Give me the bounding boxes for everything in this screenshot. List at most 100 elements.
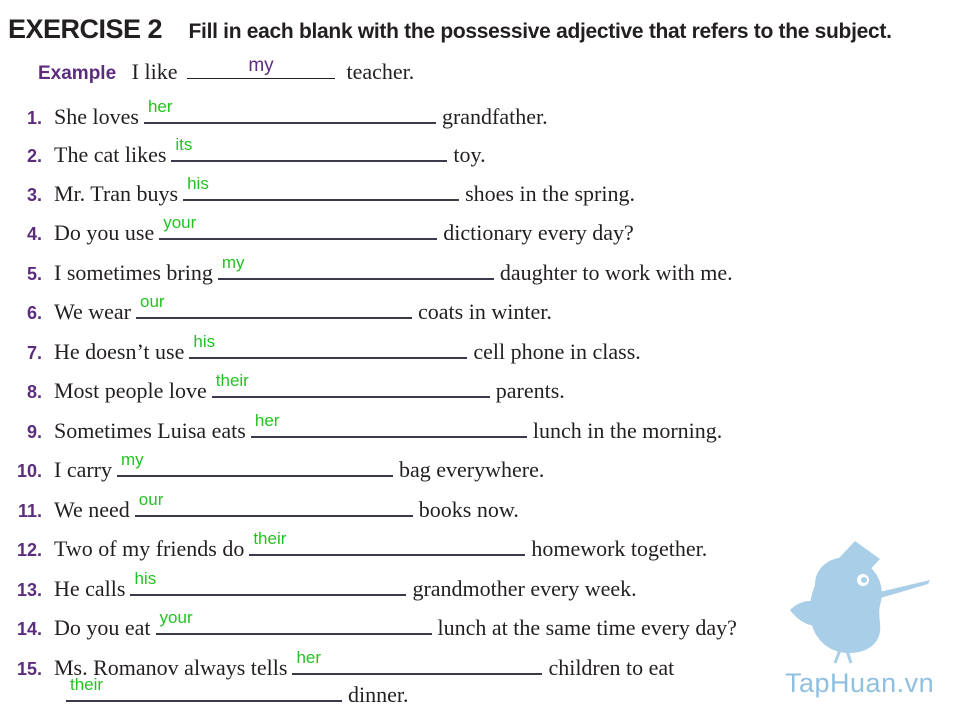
answer-text: its bbox=[175, 135, 193, 154]
answer-blank[interactable]: her bbox=[292, 648, 543, 675]
example-answer: my bbox=[248, 55, 274, 76]
item-text-after: shoes in the spring. bbox=[465, 181, 635, 206]
watermark-text: TapHuan.vn bbox=[785, 668, 935, 698]
item-number: 1. bbox=[26, 108, 42, 128]
item-number: 11. bbox=[17, 501, 42, 521]
exercise-item-11: 11. We need our books now. bbox=[0, 490, 519, 525]
answer-text: his bbox=[134, 569, 157, 588]
answer-blank[interactable]: his bbox=[183, 174, 460, 201]
item-number: 7. bbox=[26, 343, 42, 363]
exercise-item-15-continuation: their dinner. bbox=[66, 675, 409, 708]
answer-blank[interactable]: her bbox=[250, 411, 527, 438]
answer-text: my bbox=[121, 450, 144, 469]
exercise-instruction: Fill in each blank with the possessive a… bbox=[188, 20, 892, 43]
item-text-before: Sometimes Luisa eats bbox=[54, 418, 246, 443]
exercise-item-1: 1. She loves her grandfather. bbox=[0, 97, 548, 132]
item-text-after: toy. bbox=[453, 142, 486, 167]
answer-blank[interactable]: our bbox=[136, 292, 413, 319]
example-text-before: I like bbox=[131, 59, 178, 84]
item-text-after: bag everywhere. bbox=[399, 457, 545, 482]
item-number: 5. bbox=[26, 264, 42, 284]
exercise-item-3: 3. Mr. Tran buys his shoes in the spring. bbox=[0, 174, 635, 209]
item-text-after: books now. bbox=[418, 497, 519, 522]
item-text-before: Do you eat bbox=[54, 615, 151, 640]
bird-mascot-icon bbox=[790, 541, 930, 664]
answer-blank[interactable]: their bbox=[211, 371, 490, 398]
exercise-item-4: 4. Do you use your dictionary every day? bbox=[0, 213, 634, 248]
item-text-after: lunch in the morning. bbox=[532, 418, 723, 443]
answer-text: my bbox=[221, 253, 245, 272]
item-text-after: grandfather. bbox=[441, 104, 548, 129]
answer-text: her bbox=[147, 97, 173, 116]
item-text-after: lunch at the same time every day? bbox=[437, 615, 737, 640]
exercise-item-7: 7. He doesn’t use his cell phone in class. bbox=[0, 332, 641, 367]
answer-text: your bbox=[159, 608, 193, 627]
exercise-header: EXERCISE 2 Fill in each blank with the p… bbox=[8, 14, 892, 45]
item-number: 8. bbox=[26, 382, 42, 402]
answer-text: our bbox=[140, 292, 165, 311]
exercise-item-5: 5. I sometimes bring my daughter to work wi… bbox=[0, 253, 733, 288]
item-number: 3. bbox=[26, 185, 42, 205]
answer-text: their bbox=[70, 675, 104, 694]
item-number: 10. bbox=[16, 461, 42, 481]
answer-blank[interactable]: its bbox=[171, 135, 448, 162]
item-text-before: Most people love bbox=[54, 378, 207, 403]
exercise-item-2: 2. The cat likes its toy. bbox=[0, 135, 486, 170]
exercise-item-9: 9. Sometimes Luisa eats her lunch in the mo… bbox=[0, 411, 723, 446]
item-text-before: He doesn’t use bbox=[54, 339, 185, 364]
item-text-before: Two of my friends do bbox=[54, 536, 245, 561]
exercise-title: EXERCISE 2 bbox=[8, 14, 163, 44]
item-text-before: She loves bbox=[54, 104, 139, 129]
answer-blank[interactable]: my bbox=[117, 450, 394, 477]
exercise-item-8: 8. Most people love their parents. bbox=[0, 371, 565, 406]
item-number: 13. bbox=[16, 580, 42, 600]
example-text-after: teacher. bbox=[346, 59, 415, 84]
item-text-before: Mr. Tran buys bbox=[54, 181, 179, 206]
item-text-before: We wear bbox=[54, 299, 132, 324]
item-text-after: homework together. bbox=[531, 536, 708, 561]
item-number: 2. bbox=[26, 146, 42, 166]
example-row: Example I like my teacher. bbox=[38, 55, 415, 85]
item-number: 6. bbox=[26, 303, 42, 323]
answer-text: his bbox=[187, 174, 209, 193]
item-text-before: He calls bbox=[54, 576, 126, 601]
answer-text: her bbox=[254, 411, 280, 430]
item-text-before: I sometimes bring bbox=[54, 260, 213, 285]
item-text-after: daughter to work with me. bbox=[499, 260, 733, 285]
item-text-after: grandmother every week. bbox=[412, 576, 637, 601]
example-label: Example bbox=[38, 63, 117, 84]
answer-blank[interactable]: her bbox=[143, 97, 436, 124]
answer-text: your bbox=[163, 213, 197, 232]
answer-blank[interactable]: his bbox=[130, 569, 407, 596]
answer-blank[interactable]: their bbox=[66, 675, 342, 702]
item-number: 14. bbox=[16, 619, 42, 639]
exercise-item-6: 6. We wear our coats in winter. bbox=[0, 292, 552, 327]
exercise-item-12: 12. Two of my friends do their homework tog… bbox=[0, 529, 708, 564]
item-text-after: dictionary every day? bbox=[443, 220, 634, 245]
answer-blank[interactable]: our bbox=[134, 490, 413, 517]
item-text-before: We need bbox=[54, 497, 130, 522]
answer-text: our bbox=[138, 490, 164, 509]
exercise-item-13: 13. He calls his grandmother every week. bbox=[0, 569, 637, 604]
item-number: 9. bbox=[26, 422, 42, 442]
answer-blank[interactable]: his bbox=[189, 332, 468, 359]
item-text-after: dinner. bbox=[348, 682, 409, 707]
answer-blank[interactable]: their bbox=[249, 529, 526, 556]
answer-text: their bbox=[215, 371, 249, 390]
example-blank: my bbox=[186, 55, 335, 79]
item-text-after: children to eat bbox=[548, 655, 675, 680]
item-text-before: I carry bbox=[54, 457, 113, 482]
answer-blank[interactable]: your bbox=[155, 608, 432, 635]
exercise-item-10: 10. I carry my bag everywhere. bbox=[0, 450, 545, 485]
answer-blank[interactable]: my bbox=[217, 253, 494, 280]
answer-text: their bbox=[253, 529, 287, 548]
item-text-before: Do you use bbox=[54, 220, 155, 245]
answer-blank[interactable]: your bbox=[159, 213, 438, 240]
answer-text: his bbox=[193, 332, 216, 351]
item-number: 12. bbox=[16, 540, 42, 560]
item-text-before: The cat likes bbox=[54, 142, 167, 167]
exercise-item-14: 14. Do you eat your lunch at the same time … bbox=[0, 608, 737, 643]
item-text-after: cell phone in class. bbox=[473, 339, 641, 364]
item-text-after: coats in winter. bbox=[418, 299, 552, 324]
answer-text: her bbox=[296, 648, 322, 667]
